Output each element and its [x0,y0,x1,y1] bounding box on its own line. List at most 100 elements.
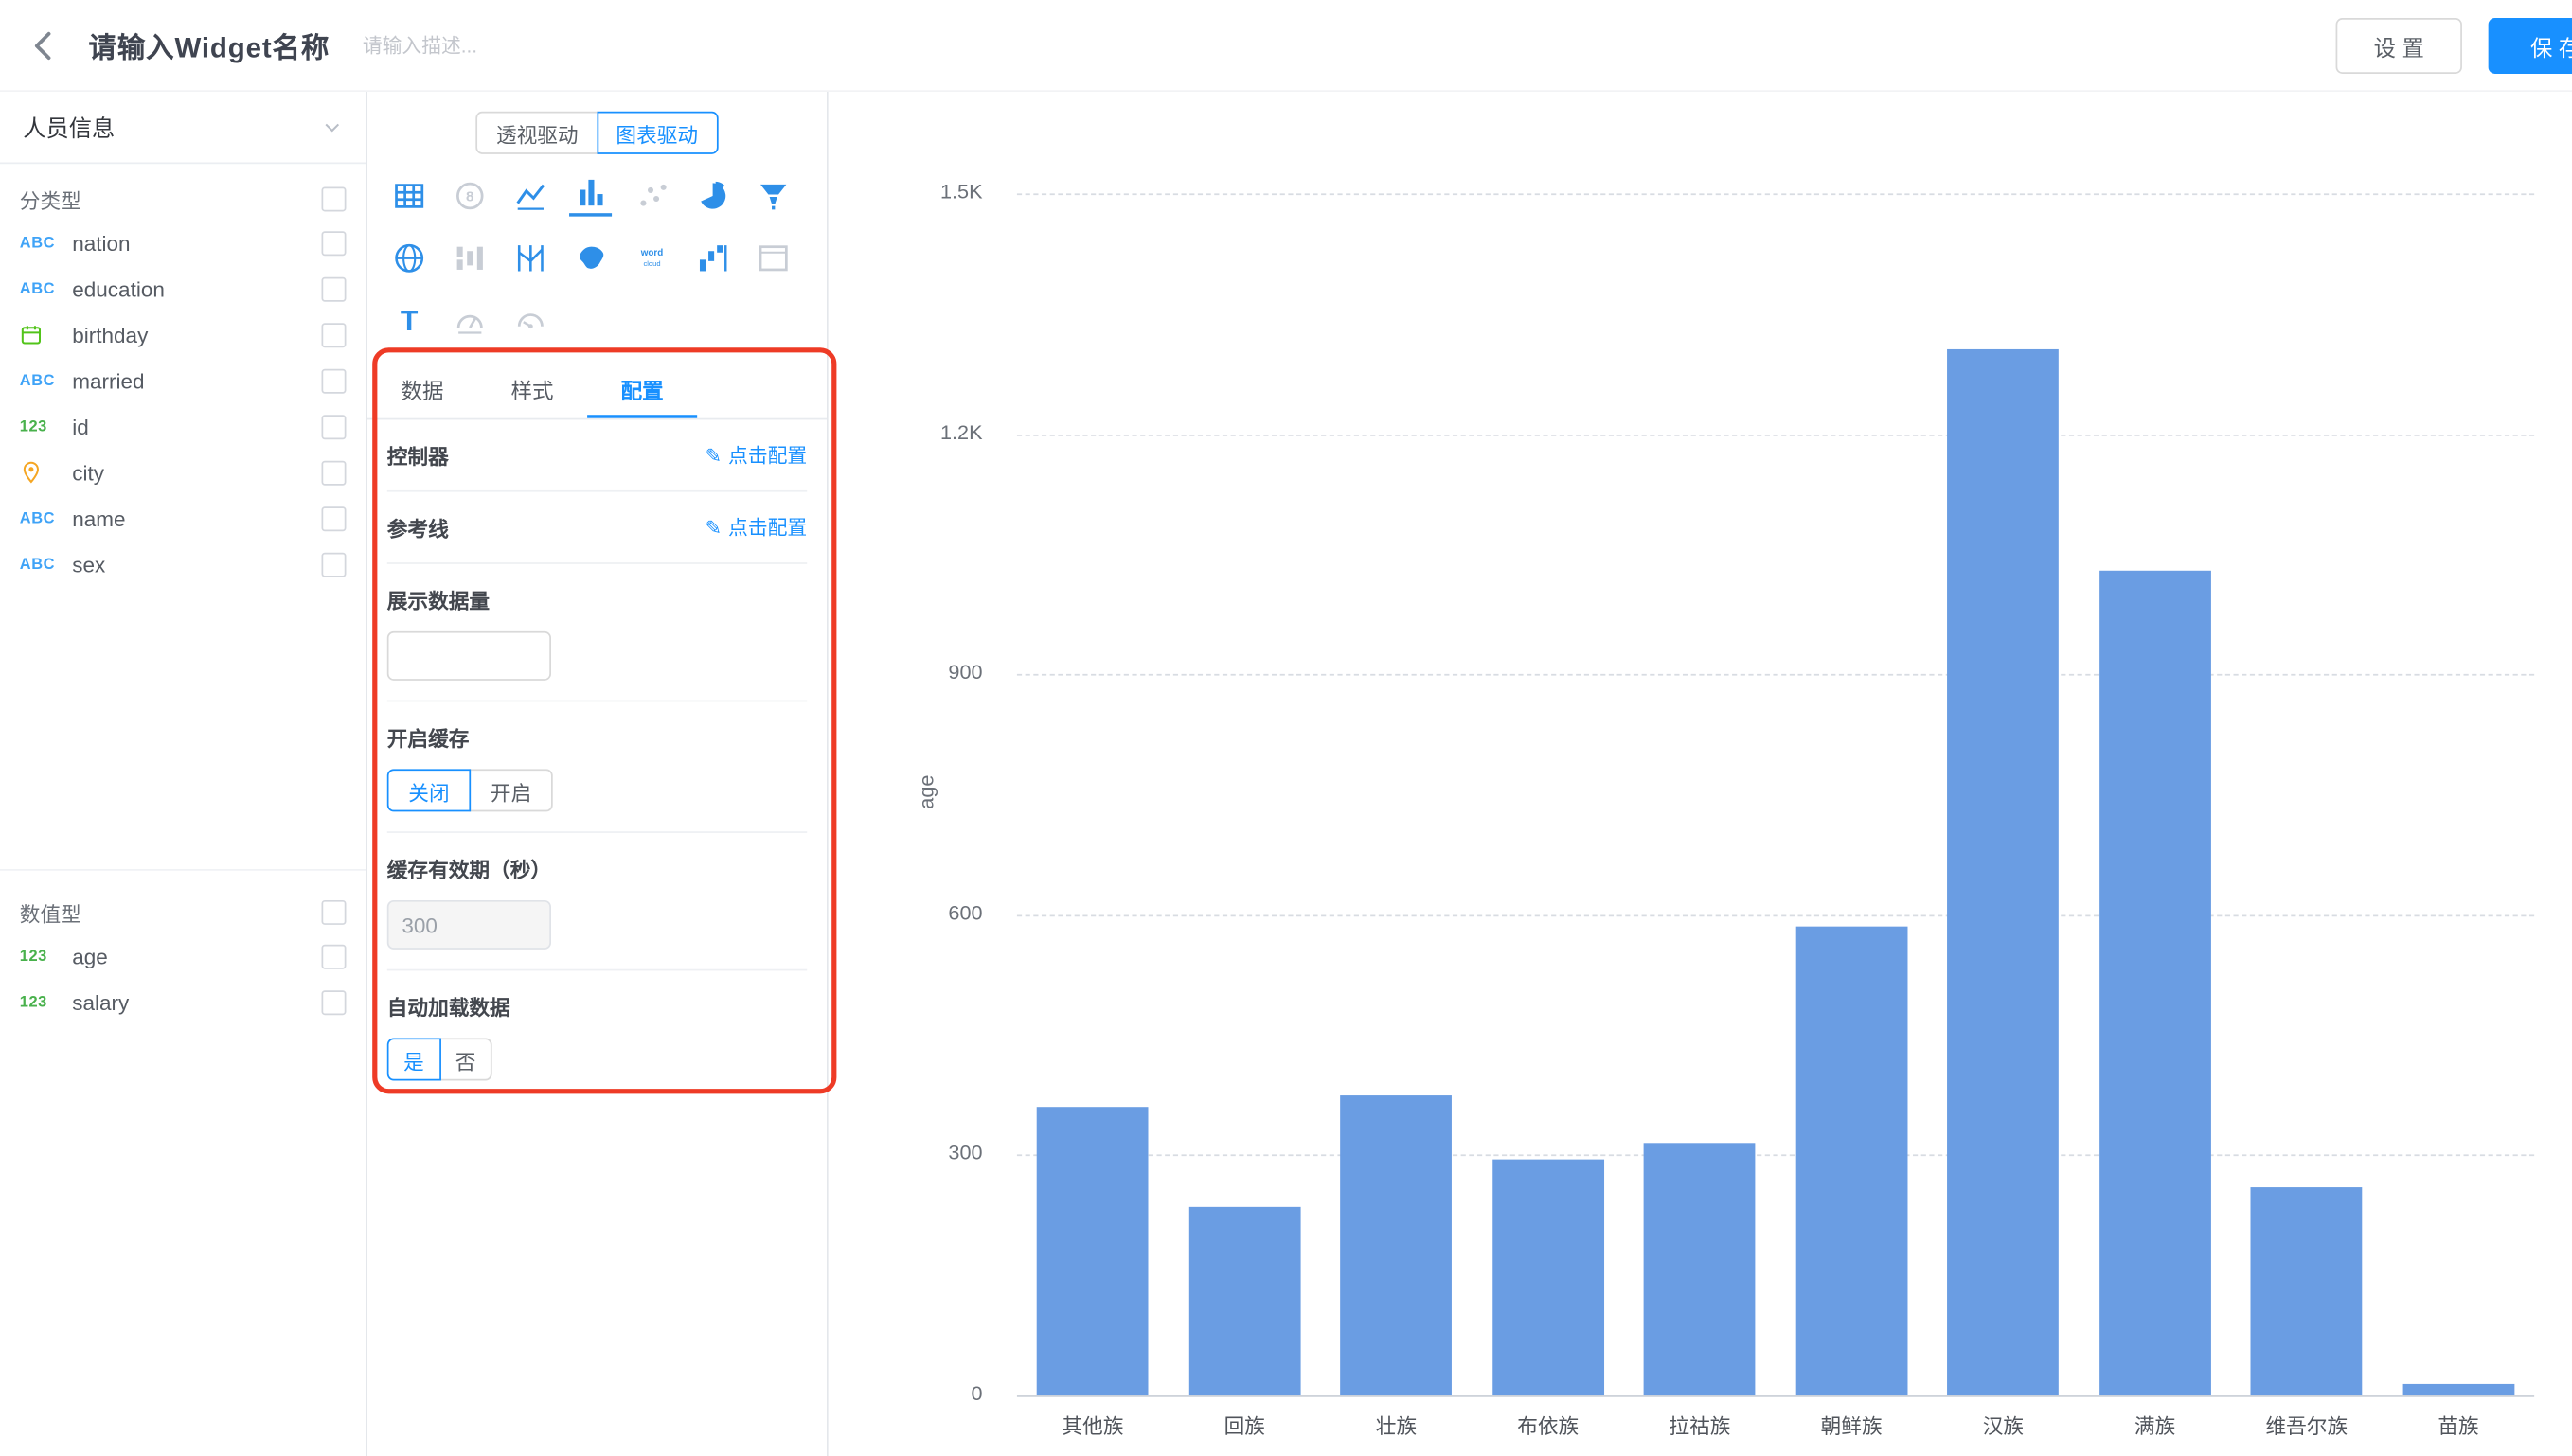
y-axis-title: age [916,775,938,809]
text-type-icon: ABC [20,555,69,573]
scorecard-chart-icon[interactable]: 8 [448,174,491,217]
number-type-icon: 123 [20,993,69,1011]
display-count-input[interactable] [387,631,551,681]
field-row-salary[interactable]: 123salary [0,979,366,1025]
cache-option-0[interactable]: 关闭 [387,769,471,811]
field-checkbox[interactable] [321,230,346,255]
y-tick-label: 1.2K [878,420,983,443]
reference-line-configure-link[interactable]: ✎ 点击配置 [706,513,808,541]
controller-configure-link[interactable]: ✎ 点击配置 [706,441,808,469]
waterfall-chart-icon[interactable] [690,236,733,278]
line-chart-icon[interactable] [509,174,551,217]
cache-ttl-label: 缓存有效期（秒） [387,853,807,884]
section-checkbox[interactable] [321,899,346,924]
number-type-icon: 123 [20,947,69,965]
field-row-birthday[interactable]: birthday [0,311,366,357]
description-input[interactable] [363,34,592,57]
parallel-chart-icon[interactable] [509,236,551,278]
table-chart-icon[interactable] [387,174,430,217]
radar-chart-icon[interactable] [387,236,430,278]
cache-section: 开启缓存 关闭开启 [387,701,807,833]
scatter-chart-icon[interactable] [630,174,672,217]
field-row-nation[interactable]: ABCnation [0,220,366,265]
map-chart-icon[interactable] [569,236,612,278]
field-row-city[interactable]: city [0,450,366,495]
dataset-selector[interactable]: 人员信息 [0,92,366,164]
cache-option-1[interactable]: 开启 [469,769,552,811]
field-checkbox[interactable] [321,368,346,393]
bar[interactable] [1037,1107,1149,1395]
panel-tabs: 数据样式配置 [367,364,827,420]
text-type-icon: ABC [20,371,69,389]
field-checkbox[interactable] [321,276,346,301]
bar[interactable] [2402,1383,2514,1395]
gridline [1017,193,2534,195]
autoload-option-0[interactable]: 是 [387,1038,440,1080]
gauge-chart-icon[interactable] [448,298,491,341]
speedometer-chart-icon[interactable] [509,298,551,341]
field-checkbox[interactable] [321,944,346,968]
text-type-icon: ABC [20,234,69,252]
y-tick-label: 300 [878,1142,983,1164]
x-category-label: 拉祜族 [1624,1409,1776,1440]
bar[interactable] [1188,1207,1300,1395]
field-checkbox[interactable] [321,460,346,485]
field-checkbox[interactable] [321,322,346,346]
gridline [1017,674,2534,676]
mode-option-1[interactable]: 图表驱动 [597,112,718,154]
location-icon [20,461,69,484]
bar[interactable] [1795,927,1907,1395]
tab-config[interactable]: 配置 [587,364,697,418]
field-section-label: 分类型 [20,183,81,214]
field-row-age[interactable]: 123age [0,933,366,979]
text-chart-icon[interactable]: T [387,298,430,341]
field-name: education [72,276,165,301]
controller-label: 控制器 [387,439,449,471]
bar[interactable] [2251,1187,2363,1395]
reference-configure-text: 点击配置 [728,513,807,541]
mode-option-0[interactable]: 透视驱动 [476,112,598,154]
field-row-id[interactable]: 123id [0,403,366,449]
x-axis-line [1017,1395,2534,1397]
tab-data[interactable]: 数据 [367,364,477,418]
x-category-label: 其他族 [1017,1409,1169,1440]
field-row-education[interactable]: ABCeducation [0,266,366,311]
autoload-option-1[interactable]: 否 [438,1038,491,1080]
bar[interactable] [1492,1159,1604,1395]
field-name: age [72,944,108,968]
funnel-chart-icon[interactable] [751,174,794,217]
pie-chart-icon[interactable] [690,174,733,217]
x-category-label: 朝鲜族 [1776,1409,1927,1440]
bar[interactable] [1341,1095,1453,1395]
sankey-chart-icon[interactable] [448,236,491,278]
field-checkbox[interactable] [321,989,346,1014]
bar[interactable] [1644,1143,1756,1395]
field-checkbox[interactable] [321,552,346,577]
section-checkbox[interactable] [321,186,346,211]
field-checkbox[interactable] [321,506,346,530]
gridline [1017,914,2534,916]
svg-text:8: 8 [465,188,473,204]
svg-text:word: word [639,247,663,257]
tab-style[interactable]: 样式 [477,364,587,418]
wordcloud-chart-icon[interactable]: wordcloud [630,236,672,278]
field-section-label: 数值型 [20,897,81,928]
field-row-sex[interactable]: ABCsex [0,542,366,587]
field-section: 数值型123age123salary [0,869,366,1025]
autoload-section: 自动加载数据 是否 [387,970,807,1100]
y-tick-label: 1.5K [878,181,983,204]
bar[interactable] [1948,349,2060,1395]
widget-name-title[interactable]: 请输入Widget名称 [89,25,330,65]
field-row-married[interactable]: ABCmarried [0,358,366,403]
field-checkbox[interactable] [321,414,346,438]
iframe-chart-icon[interactable] [751,236,794,278]
back-button[interactable] [23,24,65,66]
field-row-name[interactable]: ABCname [0,495,366,541]
bar[interactable] [2099,570,2211,1395]
field-section-header: 分类型 [0,177,366,220]
settings-button[interactable]: 设 置 [2336,18,2462,74]
chevron-down-icon [321,116,343,138]
bar-chart-icon[interactable] [569,174,612,217]
controller-configure-text: 点击配置 [728,441,807,469]
save-button[interactable]: 保 存 [2489,18,2572,74]
